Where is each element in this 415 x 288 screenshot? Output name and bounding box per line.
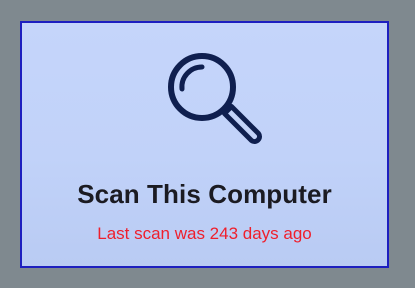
scan-this-computer-button[interactable]: Scan This Computer Last scan was 243 day… <box>20 21 389 268</box>
scan-title: Scan This Computer <box>77 179 332 209</box>
last-scan-status: Last scan was 243 days ago <box>97 224 312 243</box>
magnifier-icon <box>164 49 264 149</box>
